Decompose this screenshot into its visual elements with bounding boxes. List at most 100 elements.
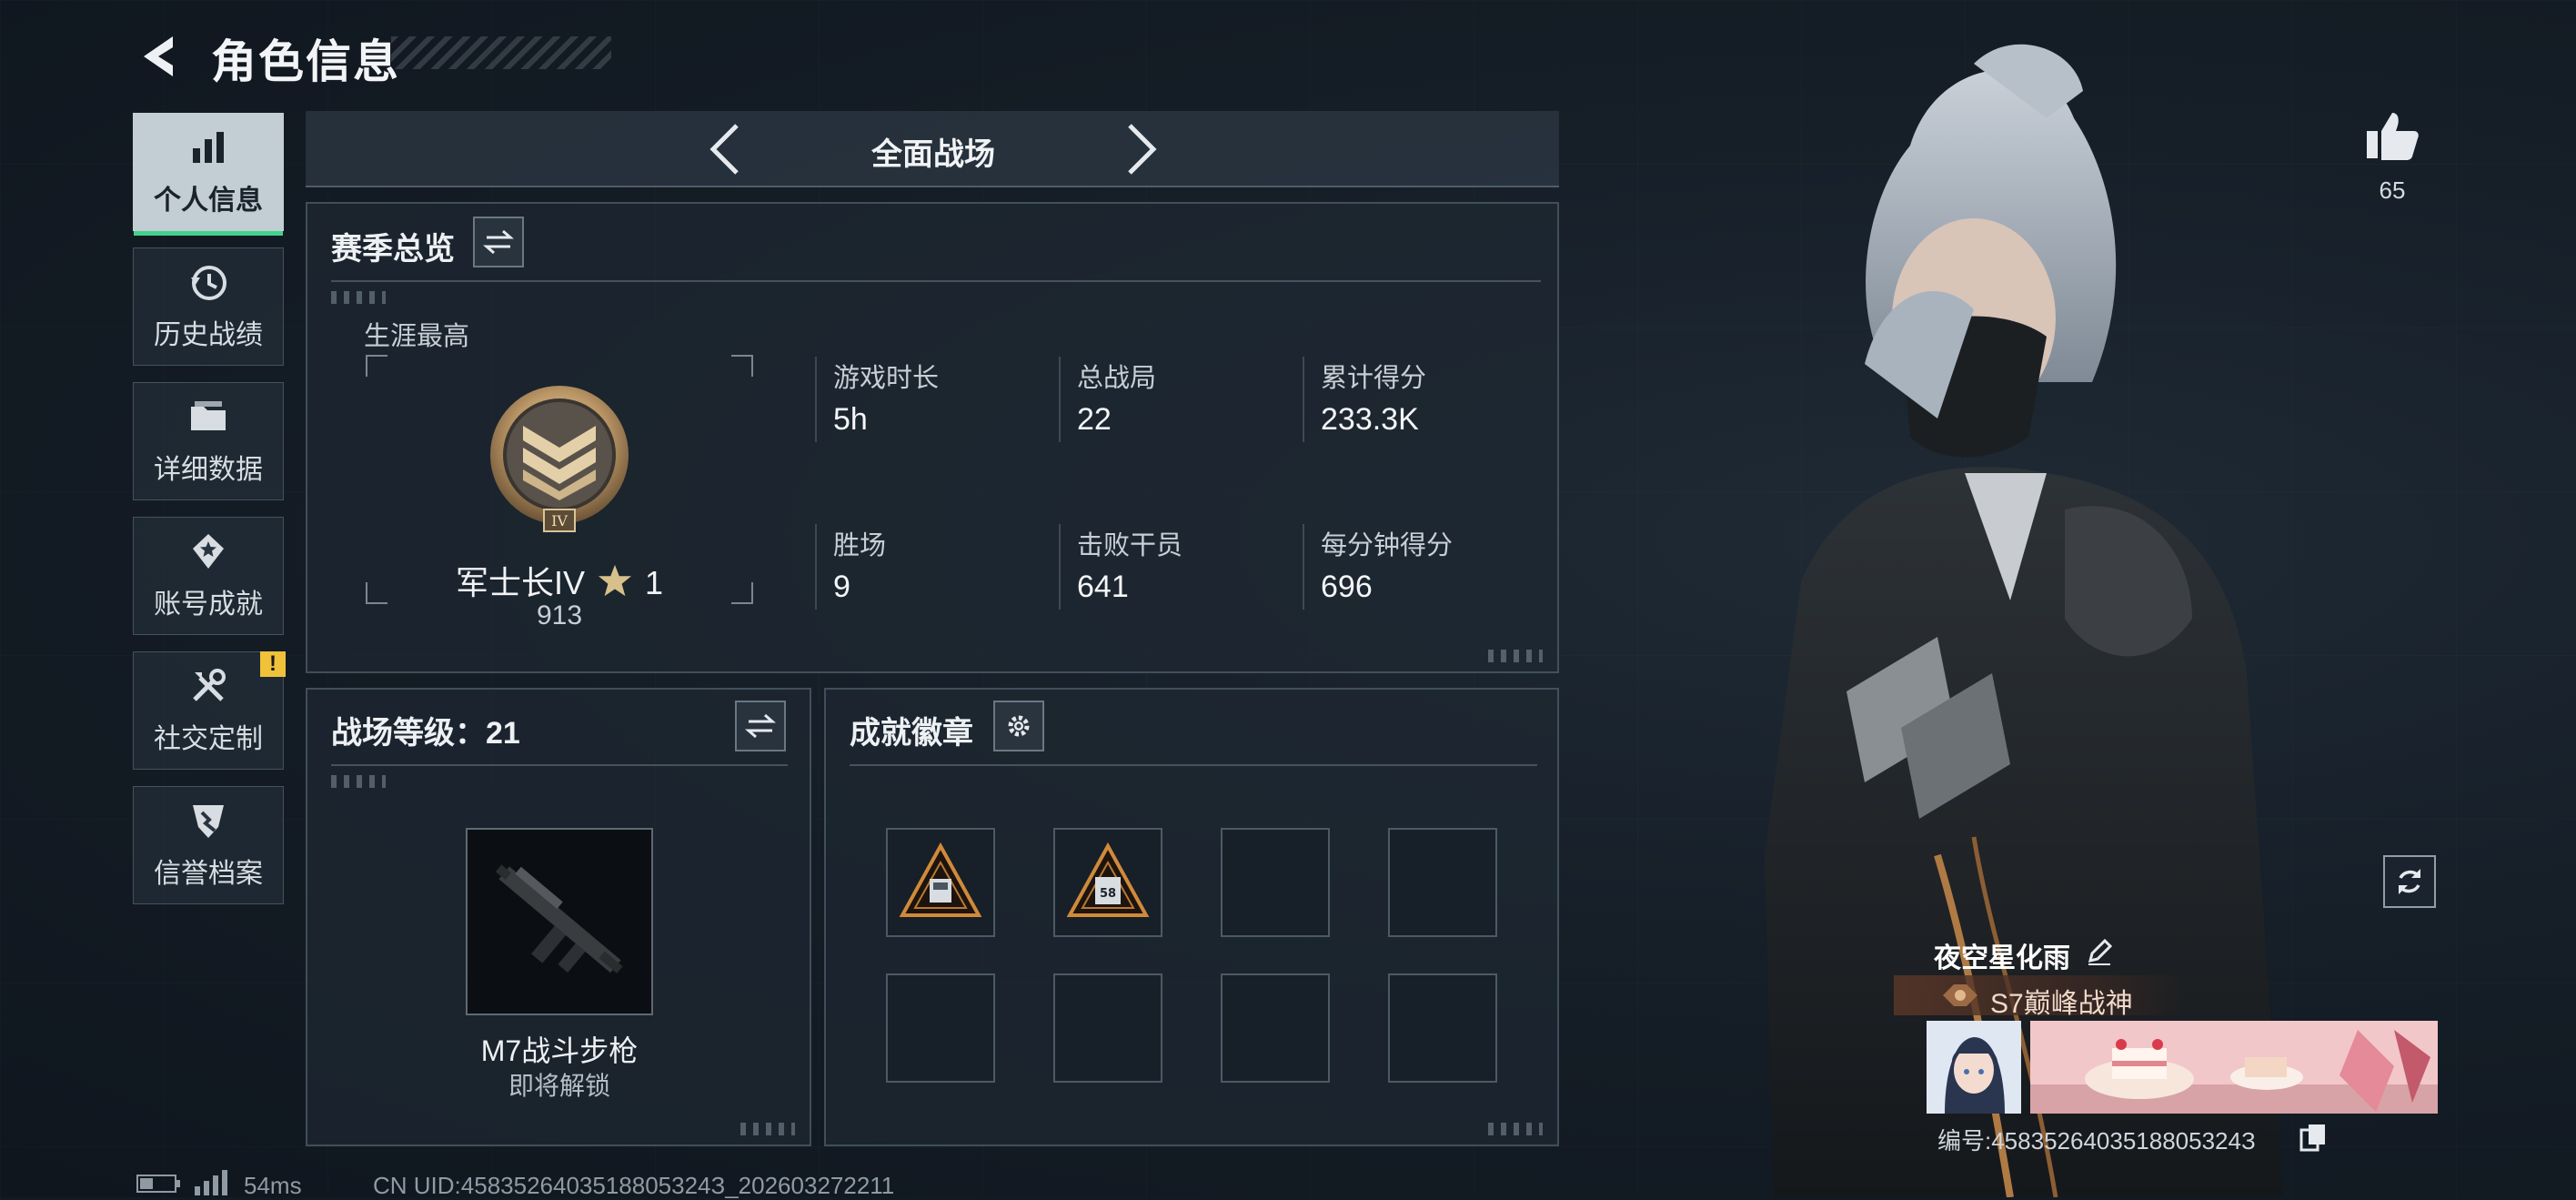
sidebar-item-label: 详细数据: [154, 455, 263, 485]
stat-label-playtime: 游戏时长: [833, 364, 940, 393]
chevron-right-icon[interactable]: [1112, 120, 1166, 178]
stat-label-wins: 胜场: [833, 531, 887, 560]
edit-pencil-icon[interactable]: [2085, 937, 2114, 966]
badge-triangle-icon: [899, 842, 982, 917]
rank-score: 913: [536, 600, 583, 630]
badge-slot-empty[interactable]: [1221, 973, 1330, 1083]
stat-separator: [1303, 524, 1304, 610]
thumbs-up-icon[interactable]: [2363, 107, 2421, 166]
decoration-ticks: [331, 775, 386, 788]
battle-level-title: 战场等级：21: [331, 716, 520, 751]
stat-value-playtime: 5h: [833, 402, 868, 437]
svg-text:IV: IV: [551, 512, 568, 529]
achievement-icon: [193, 534, 224, 569]
sidebar-item-label: 信誉档案: [154, 859, 263, 889]
rank-stars: 1: [645, 564, 664, 601]
shield-icon: [193, 805, 224, 838]
badge-slot[interactable]: 58: [1053, 828, 1162, 937]
sidebar-item-credit[interactable]: 信誉档案: [133, 786, 284, 904]
signal-icon: [195, 1170, 227, 1195]
achievements-title: 成就徽章: [850, 716, 973, 751]
decoration-ticks: [1488, 650, 1543, 662]
gear-icon: [1008, 715, 1030, 737]
rank-name: 军士长IV: [455, 564, 585, 601]
decoration-ticks: [331, 291, 386, 304]
rifle-icon: [495, 864, 623, 973]
refresh-character-button[interactable]: [2383, 855, 2436, 908]
page-title: 角色信息: [211, 36, 400, 87]
stat-label-kills: 击败干员: [1077, 531, 1183, 560]
uid-text: CN UID:4583526403518805324З_202603272211: [373, 1172, 895, 1199]
avatar[interactable]: [1927, 1021, 2021, 1114]
sidebar-item-label: 账号成就: [154, 590, 263, 620]
season-overview-title: 赛季总览: [331, 232, 455, 267]
profile-banner: [2030, 1021, 2438, 1114]
battery-icon: [136, 1175, 180, 1193]
stat-separator: [815, 357, 817, 442]
sidebar-item-label: 历史战绩: [154, 320, 263, 350]
badge-number: 58: [1100, 887, 1116, 901]
sidebar-item-personal-info[interactable]: 个人信息: [133, 113, 284, 236]
stat-separator: [1303, 357, 1304, 442]
badge-slot-empty[interactable]: [1221, 828, 1330, 937]
stat-value-total-score: 233.3K: [1321, 402, 1419, 437]
badge-slot-empty[interactable]: [1388, 973, 1497, 1083]
tools-icon: [193, 669, 226, 701]
bar-chart-icon: [193, 132, 224, 163]
mode-label: 全面战场: [871, 137, 995, 172]
decoration-ticks: [1488, 1123, 1543, 1135]
ping-text: 54ms: [244, 1172, 302, 1199]
stat-separator: [815, 524, 817, 610]
player-title: S7巅峰战神: [1990, 989, 2133, 1019]
title-emblem-icon: [1943, 984, 1977, 1006]
badge-slot[interactable]: [886, 828, 995, 937]
career-best-label: 生涯最高: [364, 322, 470, 351]
weapon-name: M7战斗步枪: [480, 1034, 639, 1067]
player-id: 编号:4583526403518805324З: [1937, 1127, 2256, 1155]
stat-value-wins: 9: [833, 570, 850, 604]
folder-icon: [191, 401, 226, 430]
stat-separator: [1059, 524, 1061, 610]
player-name: 夜空星化雨: [1934, 943, 2070, 973]
refresh-icon: [2399, 869, 2420, 894]
warning-badge: !: [260, 651, 286, 677]
back-arrow-icon[interactable]: [135, 31, 186, 82]
like-count: 65: [2379, 176, 2406, 204]
copy-icon[interactable]: [2299, 1123, 2327, 1152]
frame-corner: [366, 355, 387, 377]
stat-value-kills: 641: [1077, 570, 1129, 604]
title-decoration: [391, 36, 611, 69]
stat-label-total-score: 累计得分: [1321, 364, 1427, 393]
stat-value-score-per-minute: 696: [1321, 570, 1373, 604]
battle-level-switch-button[interactable]: [735, 701, 786, 751]
stat-label-matches: 总战局: [1077, 364, 1157, 393]
achievements-settings-button[interactable]: [993, 701, 1044, 751]
swap-arrows-icon: [483, 229, 514, 255]
stat-value-matches: 22: [1077, 402, 1112, 437]
sidebar-item-detail-data[interactable]: 详细数据: [133, 382, 284, 500]
stat-label-score-per-minute: 每分钟得分: [1321, 531, 1454, 560]
badge-slot-empty[interactable]: [1388, 828, 1497, 937]
sidebar-item-label: 个人信息: [154, 186, 263, 216]
weapon-status: 即将解锁: [508, 1072, 610, 1100]
swap-arrows-icon: [745, 713, 776, 739]
history-clock-icon: [191, 266, 226, 300]
rank-name-row: 军士长IV 1: [364, 557, 755, 604]
badge-slot-empty[interactable]: [1053, 973, 1162, 1083]
season-switch-button[interactable]: [473, 217, 524, 267]
stat-separator: [1059, 357, 1061, 442]
sidebar-item-achievements[interactable]: 账号成就: [133, 517, 284, 635]
decoration-ticks: [740, 1123, 795, 1135]
badge-slot-empty[interactable]: [886, 973, 995, 1083]
weapon-card[interactable]: [466, 828, 653, 1015]
rank-medal-icon: IV: [490, 386, 629, 532]
divider: [331, 764, 788, 766]
sidebar-item-label: 社交定制: [154, 724, 263, 754]
divider: [850, 764, 1537, 766]
star-icon: [598, 564, 632, 597]
divider: [331, 280, 1541, 282]
frame-corner: [731, 355, 753, 377]
badge-triangle-icon: 58: [1066, 842, 1150, 917]
chevron-left-icon[interactable]: [700, 120, 755, 178]
sidebar-item-history[interactable]: 历史战绩: [133, 247, 284, 366]
